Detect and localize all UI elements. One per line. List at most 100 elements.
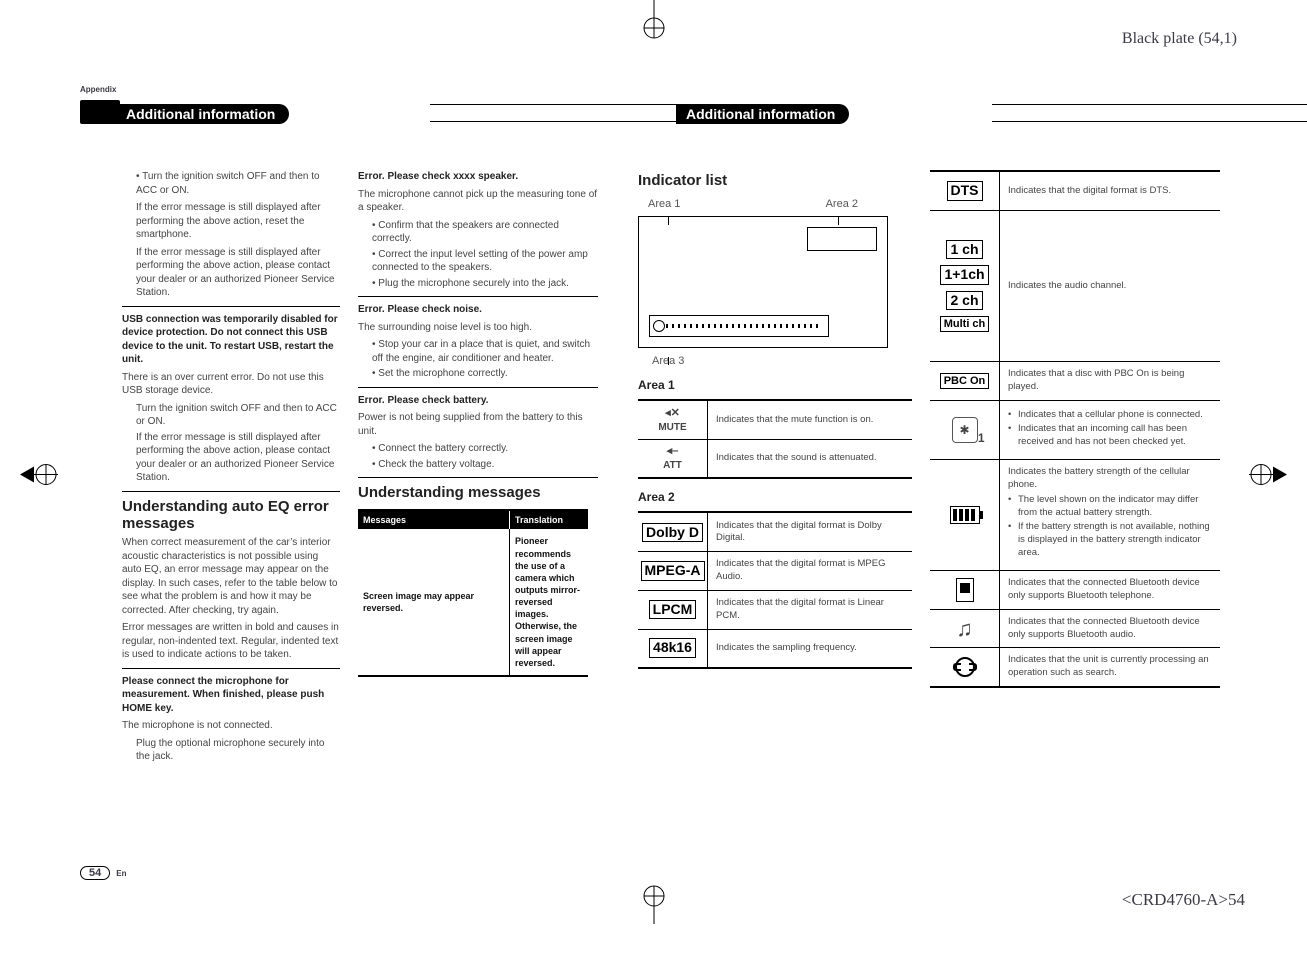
heading-messages: Understanding messages — [358, 484, 598, 501]
speaker-action-1: • Confirm that the speakers are connecte… — [372, 219, 598, 246]
page-lang: En — [116, 869, 126, 878]
messages-table: Messages Translation Screen image may ap… — [358, 509, 588, 677]
side-arrow-left — [20, 460, 60, 495]
bt-phone-desc: Indicates that a cellular phone is conne… — [1000, 401, 1220, 459]
area1-label: Area 1 — [648, 197, 680, 212]
auto-eq-intro-2: Error messages are written in bold and c… — [122, 621, 340, 662]
area3-label: Area 3 — [652, 354, 898, 369]
dts-badge: DTS — [947, 181, 983, 200]
messages-col-h1: Messages — [358, 511, 510, 529]
c1-reset-smartphone: If the error message is still displayed … — [136, 201, 340, 242]
sampling-desc: Indicates the sampling frequency. — [708, 630, 912, 667]
battery-error-cause: Power is not being supplied from the bat… — [358, 411, 598, 438]
att-desc: Indicates that the sound is attenuated. — [708, 440, 912, 477]
messages-col-h2: Translation — [510, 511, 588, 529]
column-4: DTS Indicates that the digital format is… — [930, 170, 1220, 766]
battery-action-1: • Connect the battery correctly. — [372, 442, 598, 456]
indicator-row-dts: DTS Indicates that the digital format is… — [930, 172, 1220, 210]
mpeg-badge: MPEG-A — [641, 561, 705, 580]
c1-contact-dealer: If the error message is still displayed … — [136, 246, 340, 300]
battery-actions: • Connect the battery correctly. • Check… — [372, 442, 598, 471]
heading-auto-eq: Understanding auto EQ error messages — [122, 498, 340, 533]
speaker-action-3: • Plug the microphone securely into the … — [372, 277, 598, 291]
mute-symbol: ◂✕ — [665, 406, 680, 421]
area2-box-icon — [807, 227, 877, 251]
messages-row-1-msg: Screen image may appear reversed. — [358, 529, 510, 675]
speaker-action-2: • Correct the input level setting of the… — [372, 248, 598, 275]
crop-mark-top — [639, 0, 669, 40]
att-symbol: ◂– — [667, 444, 679, 459]
page-number-value: 54 — [80, 866, 110, 880]
page-body: • Turn the ignition switch OFF and then … — [122, 170, 1247, 766]
mic-cause: The microphone is not connected. — [122, 719, 340, 733]
bt-telephone-desc: Indicates that the connected Bluetooth d… — [1000, 571, 1220, 609]
divider — [122, 668, 340, 669]
search-desc: Indicates that the unit is currently pro… — [1000, 648, 1220, 686]
mute-icon: ◂✕MUTE — [638, 401, 708, 439]
mic-connect-title: Please connect the microphone for measur… — [122, 675, 340, 716]
header-left-label: Additional information — [116, 104, 289, 124]
indicator-row-channels: 1 ch 1+1ch 2 ch Multi ch Indicates the a… — [930, 210, 1220, 361]
divider — [358, 296, 598, 297]
header-left: Additional information — [120, 104, 650, 124]
bt-phone-bullet-2: Indicates that an incoming call has been… — [1018, 423, 1216, 449]
battery-error-title: Error. Please check battery. — [358, 394, 598, 408]
column-2: Error. Please check xxxx speaker. The mi… — [358, 170, 638, 766]
mpeg-icon: MPEG-A — [638, 552, 708, 590]
pbc-badge: PBC On — [940, 373, 990, 389]
battery-action-2: • Check the battery voltage. — [372, 458, 598, 472]
indicator-row-mute: ◂✕MUTE Indicates that the mute function … — [638, 401, 912, 439]
divider — [358, 387, 598, 388]
divider — [122, 306, 340, 307]
indicator-row-bt-telephone: Indicates that the connected Bluetooth d… — [930, 570, 1220, 609]
appendix-label: Appendix — [80, 85, 116, 94]
noise-error-cause: The surrounding noise level is too high. — [358, 321, 598, 335]
display-outline-icon — [638, 216, 888, 348]
doc-code: <CRD4760-A>54 — [1122, 890, 1245, 910]
noise-action-1: • Stop your car in a place that is quiet… — [372, 338, 598, 365]
speaker-error-title: Error. Please check xxxx speaker. — [358, 170, 598, 184]
mic-action-1: Plug the optional microphone securely in… — [136, 737, 340, 764]
column-3: Indicator list Area 1 Area 2 Area 3 Area… — [638, 170, 930, 766]
noise-actions: • Stop your car in a place that is quiet… — [372, 338, 598, 381]
indicator-row-att: ◂–ATT Indicates that the sound is attenu… — [638, 439, 912, 477]
indicator-row-bt-audio: ♫ Indicates that the connected Bluetooth… — [930, 609, 1220, 648]
dolby-desc: Indicates that the digital format is Dol… — [708, 513, 912, 551]
mic-actions: Plug the optional microphone securely in… — [136, 737, 340, 764]
pbc-desc: Indicates that a disc with PBC On is bei… — [1000, 362, 1220, 400]
tick-icon — [668, 357, 669, 365]
area1-heading: Area 1 — [638, 377, 912, 393]
dts-desc: Indicates that the digital format is DTS… — [1000, 172, 1220, 210]
indicator-row-battery: Indicates the battery strength of the ce… — [930, 459, 1220, 570]
display-diagram: Area 1 Area 2 Area 3 — [638, 197, 898, 369]
indicator-row-bt-phone: ✱1 Indicates that a cellular phone is co… — [930, 400, 1220, 459]
lpcm-desc: Indicates that the digital format is Lin… — [708, 591, 912, 629]
area3-dot-icon — [653, 320, 665, 332]
dts-icon: DTS — [930, 172, 1000, 210]
c1-usb-action-2: If the error message is still displayed … — [136, 431, 340, 485]
bt-phone-bullet-1: Indicates that a cellular phone is conne… — [1018, 409, 1216, 422]
mute-text: MUTE — [658, 421, 686, 435]
indicator-row-dolby: Dolby D Indicates that the digital forma… — [638, 513, 912, 551]
ch1-badge: 1 ch — [946, 240, 982, 259]
c1-usb-cause: There is an over current error. Do not u… — [122, 371, 340, 398]
battery-desc: Indicates the battery strength of the ce… — [1000, 460, 1220, 570]
lpcm-badge: LPCM — [649, 600, 697, 619]
music-note-icon: ♫ — [956, 614, 973, 644]
channel-icons: 1 ch 1+1ch 2 ch Multi ch — [930, 211, 1000, 361]
indicator-table-right: DTS Indicates that the digital format is… — [930, 170, 1220, 688]
speaker-error-cause: The microphone cannot pick up the measur… — [358, 188, 598, 215]
ch1p1-badge: 1+1ch — [940, 265, 988, 284]
divider — [358, 477, 598, 478]
bluetooth-phone-icon: ✱1 — [930, 401, 1000, 459]
sampling-icon: 48k16 — [638, 630, 708, 667]
chmulti-badge: Multi ch — [940, 316, 990, 332]
area3-box-icon — [649, 315, 829, 337]
indicator-row-pbc: PBC On Indicates that a disc with PBC On… — [930, 361, 1220, 400]
crop-mark-bottom — [639, 884, 669, 924]
speaker-actions: • Confirm that the speakers are connecte… — [372, 219, 598, 291]
channel-desc: Indicates the audio channel. — [1000, 211, 1220, 361]
ch2-badge: 2 ch — [946, 291, 982, 310]
battery-icon — [950, 506, 980, 524]
dolby-icon: Dolby D — [638, 513, 708, 551]
